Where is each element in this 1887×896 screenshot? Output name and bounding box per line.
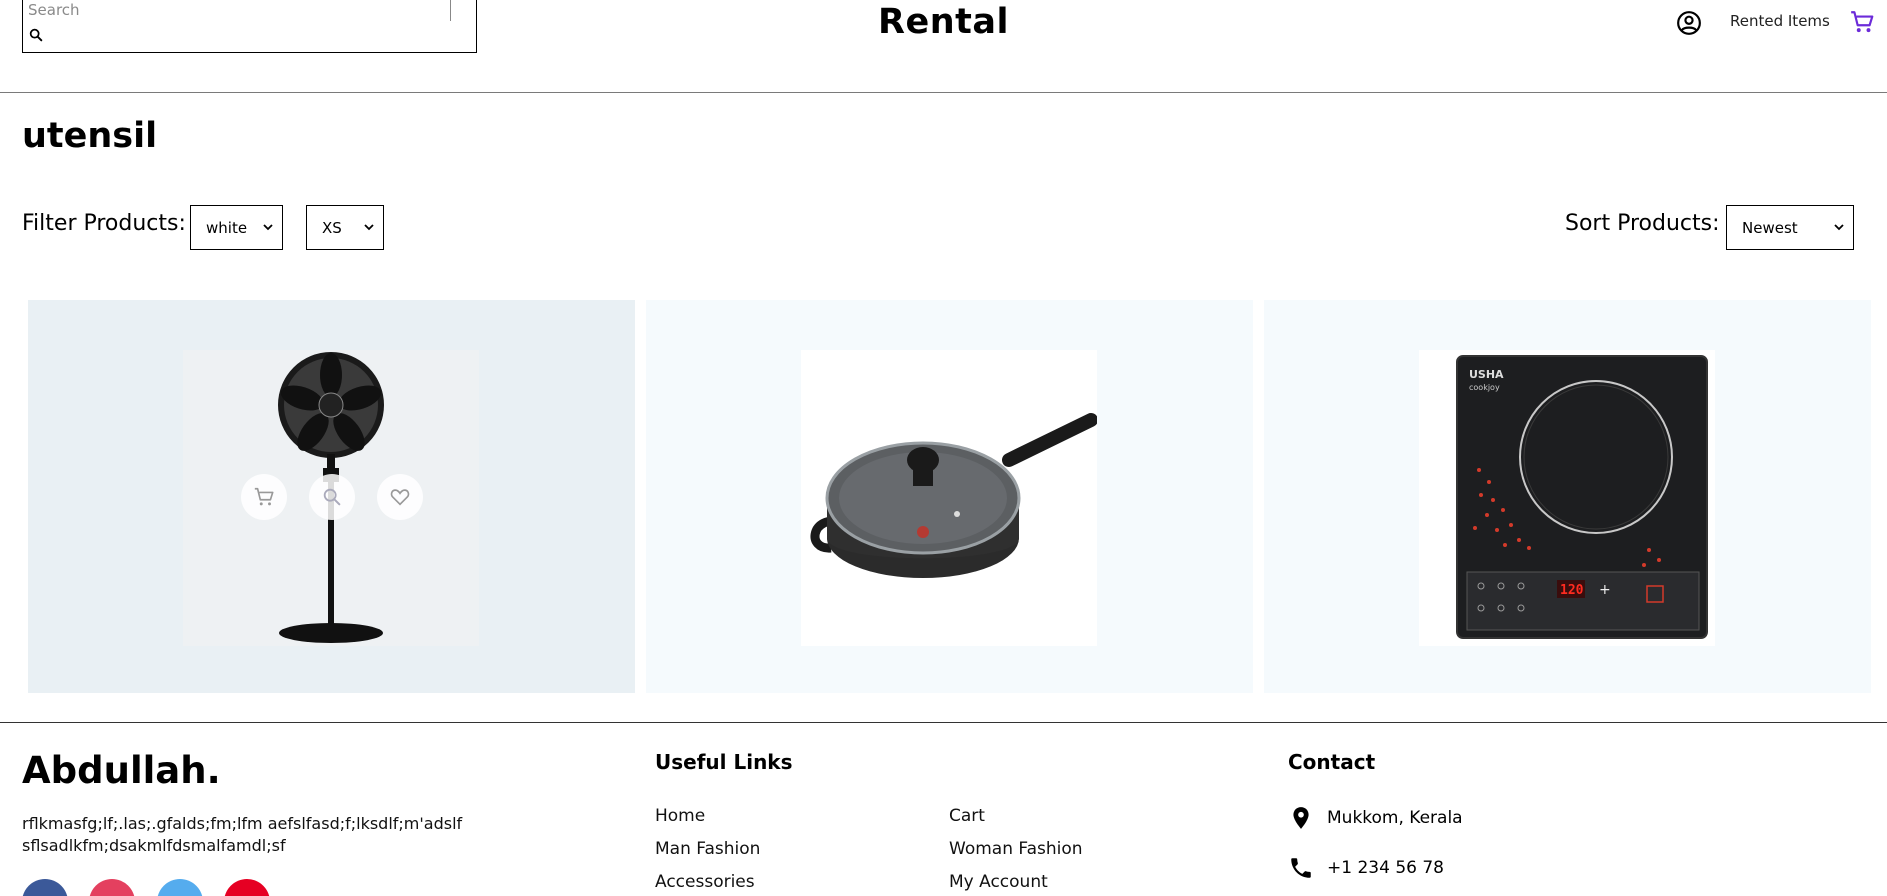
footer: Abdullah. rflkmasfg;lf;.las;.gfalds;fm;l… xyxy=(0,722,1887,896)
footer-link-man-fashion[interactable]: Man Fashion xyxy=(655,839,760,859)
search-icon xyxy=(323,488,340,505)
contact-title: Contact xyxy=(1288,750,1376,774)
product-card-pan[interactable] xyxy=(646,300,1253,693)
contact-phone: +1 234 56 78 xyxy=(1288,855,1444,881)
filter-label: Filter Products: xyxy=(22,211,186,236)
sort-label: Sort Products: xyxy=(1565,211,1720,236)
size-filter-value: XS xyxy=(322,218,342,237)
footer-link-cart[interactable]: Cart xyxy=(949,806,985,826)
footer-link-woman-fashion[interactable]: Woman Fashion xyxy=(949,839,1083,859)
wishlist-button[interactable] xyxy=(376,473,423,520)
cooktop-model-text: cookjoy xyxy=(1469,383,1500,392)
product-image-induction: USHA cookjoy 120 + xyxy=(1419,350,1715,646)
instagram-icon[interactable] xyxy=(89,879,135,896)
chevron-down-icon xyxy=(263,224,273,231)
frying-pan-image xyxy=(801,350,1097,646)
category-title: utensil xyxy=(22,116,158,156)
footer-description: rflkmasfg;lf;.las;.gfalds;fm;lfm aefslfa… xyxy=(22,814,463,855)
facebook-icon[interactable] xyxy=(22,879,68,896)
cooktop-display: 120 xyxy=(1560,583,1584,598)
add-to-cart-button[interactable] xyxy=(240,473,287,520)
pinterest-icon[interactable] xyxy=(224,879,270,896)
footer-brand: Abdullah. xyxy=(22,749,221,792)
brand-logo[interactable]: Rental xyxy=(878,2,1009,42)
footer-link-home[interactable]: Home xyxy=(655,806,705,826)
navbar: Rental Rented Items xyxy=(0,0,1887,93)
chevron-down-icon xyxy=(364,224,374,231)
footer-link-my-account[interactable]: My Account xyxy=(949,872,1048,892)
color-filter-value: white xyxy=(206,218,248,237)
phone-icon xyxy=(1291,858,1311,878)
contact-phone-text: +1 234 56 78 xyxy=(1327,858,1444,878)
chevron-down-icon xyxy=(1834,224,1844,231)
cart-icon[interactable] xyxy=(1849,9,1875,35)
contact-address: Mukkom, Kerala xyxy=(1288,805,1463,831)
cart-icon xyxy=(254,487,274,505)
rented-items-link[interactable]: Rented Items xyxy=(1730,12,1830,30)
heart-icon xyxy=(390,488,409,506)
location-pin-icon xyxy=(1293,807,1309,829)
product-card-fan[interactable] xyxy=(28,300,635,693)
color-filter-select[interactable]: white xyxy=(190,205,283,250)
product-image-pan xyxy=(801,350,1097,646)
twitter-icon[interactable] xyxy=(157,879,203,896)
useful-links-title: Useful Links xyxy=(655,750,793,774)
quick-view-button[interactable] xyxy=(308,473,355,520)
sort-value: Newest xyxy=(1742,218,1798,237)
product-actions xyxy=(28,300,635,693)
cooktop-brand-text: USHA xyxy=(1469,368,1504,381)
contact-address-text: Mukkom, Kerala xyxy=(1327,808,1463,828)
size-filter-select[interactable]: XS xyxy=(306,205,384,250)
induction-cooktop-image: USHA cookjoy 120 + xyxy=(1419,350,1715,646)
sort-select[interactable]: Newest xyxy=(1726,205,1854,250)
search-icon[interactable] xyxy=(28,27,44,43)
search-input[interactable] xyxy=(26,0,451,21)
footer-link-accessories[interactable]: Accessories xyxy=(655,872,755,892)
search-container xyxy=(22,0,477,53)
product-card-induction[interactable]: USHA cookjoy 120 + xyxy=(1264,300,1871,693)
svg-text:+: + xyxy=(1599,582,1611,598)
account-icon[interactable] xyxy=(1676,10,1702,36)
